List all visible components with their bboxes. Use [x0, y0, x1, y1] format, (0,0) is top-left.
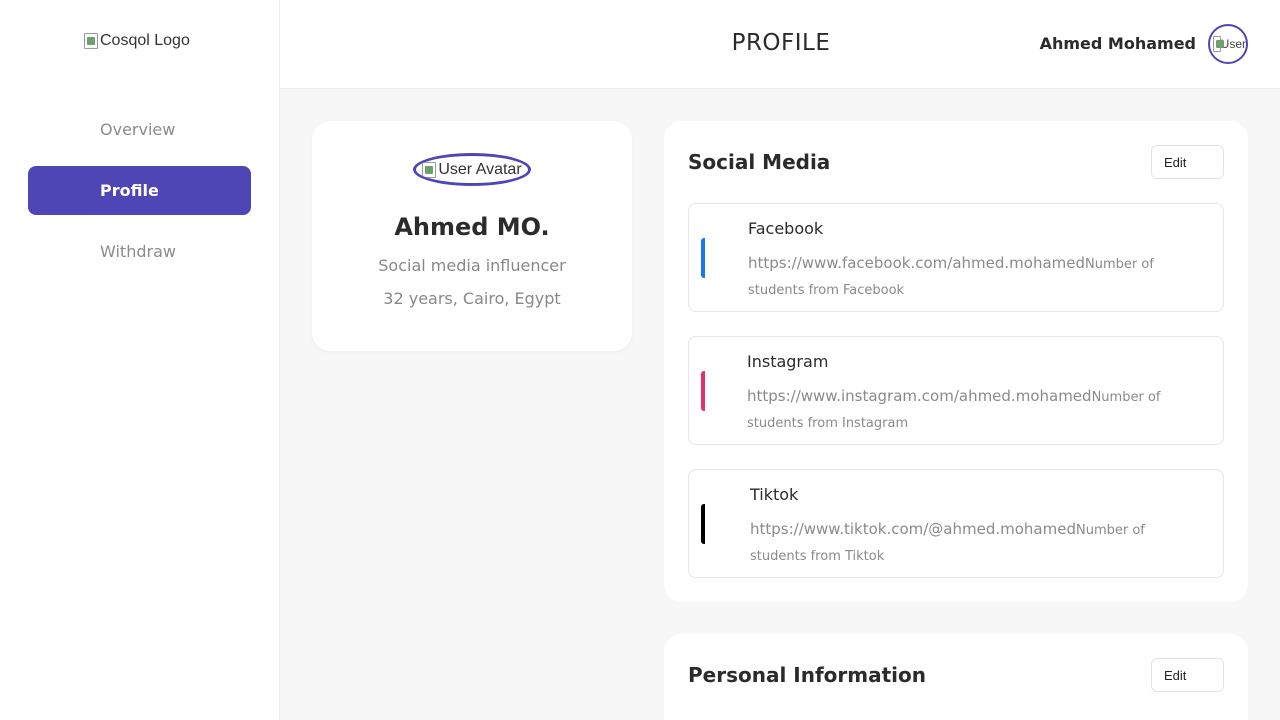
- personal-info-title: Personal Information: [688, 663, 926, 687]
- sidebar-item-label: Overview: [100, 120, 176, 139]
- header-avatar[interactable]: User: [1208, 24, 1248, 64]
- social-name: Tiktok: [750, 485, 799, 504]
- sidebar-item-profile[interactable]: Profile: [28, 166, 251, 215]
- profile-card: User Avatar Ahmed MO. Social media influ…: [312, 121, 632, 351]
- tiktok-accent-bar: [701, 504, 706, 544]
- sidebar-item-label: Withdraw: [100, 242, 176, 261]
- profile-meta: 32 years, Cairo, Egypt: [383, 289, 561, 308]
- social-name: Instagram: [747, 352, 829, 371]
- social-url[interactable]: https://www.tiktok.com/@ahmed.mohamed: [750, 520, 1076, 538]
- social-url[interactable]: https://www.facebook.com/ahmed.mohamed: [748, 254, 1085, 272]
- logo-alt-text: Cosqol Logo: [100, 32, 190, 49]
- personal-info-edit-button[interactable]: Edit: [1151, 658, 1224, 692]
- profile-role: Social media influencer: [378, 256, 566, 275]
- social-desc: https://www.instagram.com/ahmed.mohamedN…: [747, 383, 1207, 437]
- avatar-alt-text: User: [1220, 37, 1246, 51]
- sidebar-item-withdraw[interactable]: Withdraw: [28, 227, 251, 276]
- social-item-instagram[interactable]: Instagram https://www.instagram.com/ahme…: [688, 336, 1224, 445]
- profile-name: Ahmed MO.: [394, 213, 550, 241]
- social-media-title: Social Media: [688, 150, 831, 174]
- social-item-facebook[interactable]: Facebook https://www.facebook.com/ahmed.…: [688, 203, 1224, 312]
- broken-image-icon: [1213, 36, 1224, 52]
- sidebar-item-label: Profile: [100, 181, 159, 200]
- facebook-accent-bar: [701, 238, 706, 278]
- social-media-edit-button[interactable]: Edit: [1151, 145, 1224, 179]
- social-media-card: Social Media Edit Facebook https://www.f…: [664, 121, 1248, 602]
- social-desc: https://www.facebook.com/ahmed.mohamedNu…: [748, 250, 1207, 304]
- header-user-name[interactable]: Ahmed Mohamed: [1040, 34, 1196, 53]
- sidebar-item-overview[interactable]: Overview: [28, 105, 251, 154]
- sidebar: Cosqol Logo Overview Profile Withdraw: [0, 0, 280, 720]
- social-url[interactable]: https://www.instagram.com/ahmed.mohamed: [747, 387, 1092, 405]
- top-header: PROFILE Ahmed Mohamed User: [280, 0, 1280, 89]
- cosqol-logo[interactable]: Cosqol Logo: [84, 32, 190, 50]
- personal-info-card: Personal Information Edit: [664, 634, 1248, 720]
- avatar-alt-text: User Avatar: [438, 160, 522, 178]
- instagram-accent-bar: [701, 371, 706, 411]
- broken-image-icon: [84, 33, 98, 49]
- broken-image-icon: [422, 161, 437, 178]
- social-item-tiktok[interactable]: Tiktok https://www.tiktok.com/@ahmed.moh…: [688, 469, 1224, 578]
- social-name: Facebook: [748, 219, 824, 238]
- social-desc: https://www.tiktok.com/@ahmed.mohamedNum…: [750, 516, 1193, 570]
- profile-avatar[interactable]: User Avatar: [413, 153, 531, 186]
